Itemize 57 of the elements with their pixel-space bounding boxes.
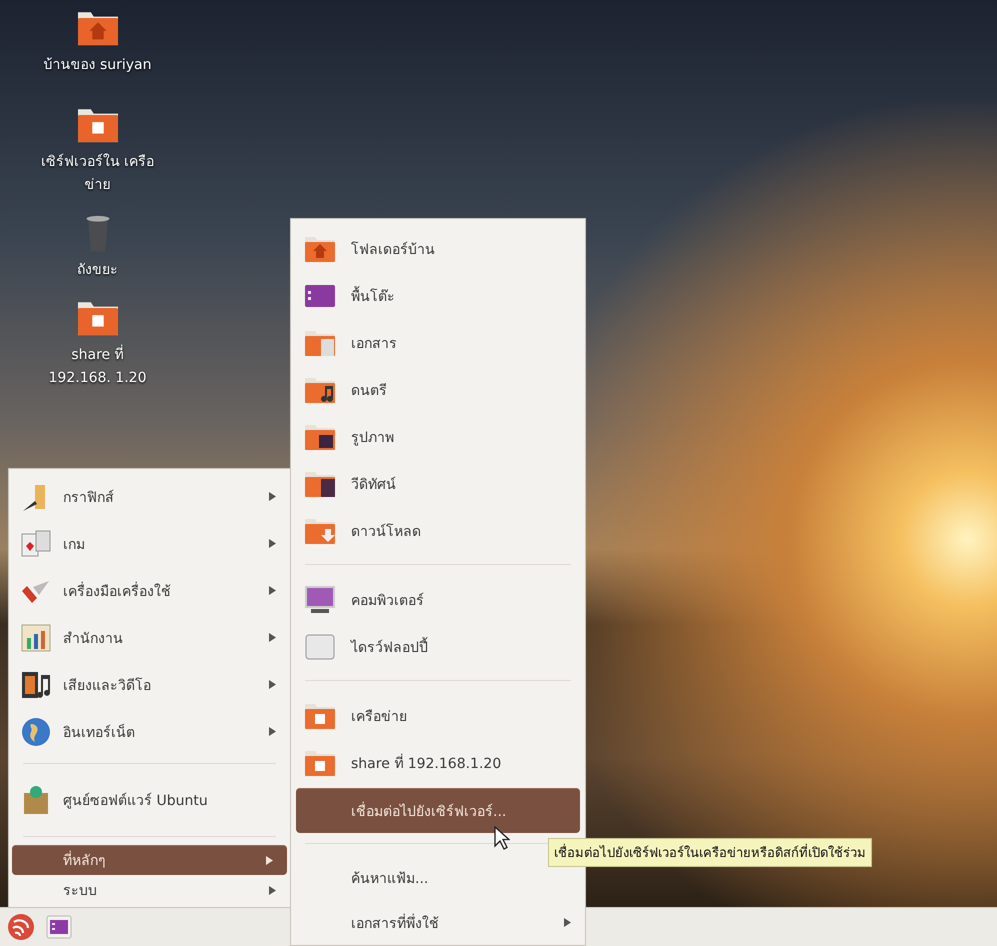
menu-item[interactable]: เสียงและวิดีโอ [9, 661, 290, 708]
menu-item[interactable]: เอกสารที่พึ่งใช้ [291, 900, 585, 945]
menu-item[interactable]: เครื่องมือเครื่องใช้ [9, 567, 290, 614]
menu-item[interactable]: ดาวน์โหลด [291, 507, 585, 554]
menu-item[interactable]: ศูนย์ซอฟต์แวร์ Ubuntu [9, 772, 290, 828]
menu-item-label: ดนตรี [351, 382, 388, 400]
menu-item[interactable]: share ที่ 192.168.1.20 [291, 739, 585, 786]
mouse-pointer-icon [494, 826, 510, 850]
menu-item[interactable]: ระบบ [9, 875, 290, 905]
menu-item-label: ไดรว์ฟลอปปี้ [351, 636, 571, 658]
menu-item-label: เกม [63, 536, 86, 554]
cards-icon [19, 528, 53, 560]
menu-item-label: ระบบ [63, 882, 98, 901]
menu-item[interactable]: ที่หลักๆ [12, 845, 287, 875]
menu-item-label: share ที่ 192.168.1.20 [351, 752, 502, 774]
desktop-icon-label: ถังขยะ [77, 261, 118, 280]
menu-item[interactable]: รูปภาพ [291, 413, 585, 460]
menu-item-label: เอกสารที่พึ่งใช้ [351, 912, 440, 934]
menu-item-label: เชื่อมต่อไปยังเซิร์ฟเวอร์... [351, 800, 508, 822]
menu-item[interactable]: สำนักงาน [9, 614, 290, 661]
menu-item-label: เสียงและวิดีโอ [63, 676, 152, 696]
menu-item[interactable]: เชื่อมต่อไปยังเซิร์ฟเวอร์... [296, 788, 580, 833]
computer-icon [303, 584, 337, 616]
menu-item[interactable]: ไดรว์ฟลอปปี้ [291, 623, 585, 670]
menu-item[interactable]: อินเทอร์เน็ต [9, 708, 290, 755]
menu-item-label: คอมพิวเตอร์ [351, 592, 425, 610]
tooltip: เชื่อมต่อไปยังเซิร์ฟเวอร์ในเครือข่ายหรือดิสก์ที่เปิดใช้ร่วม [548, 838, 872, 867]
menu-item-label: โฟลเดอร์บ้าน [351, 240, 436, 260]
menu-item-label: เอกสาร [351, 334, 398, 354]
menu-item[interactable]: โฟลเดอร์บ้าน [291, 225, 585, 272]
office-icon [19, 622, 53, 654]
menu-item[interactable]: วีดิทัศน์ [291, 460, 585, 507]
desktop-icon-label: บ้านของ suriyan [44, 56, 152, 75]
menu-item[interactable]: เกม [9, 520, 290, 567]
menu-item-label: ศูนย์ซอฟต์แวร์ Ubuntu [63, 792, 209, 811]
menu-item[interactable]: กราฟิกส์ [9, 473, 290, 520]
menu-item-label: สำนักงาน [63, 630, 124, 648]
menu-item-label: เครือข่าย [351, 708, 408, 726]
menu-item-label: วีดิทัศน์ [351, 476, 397, 494]
menu-item[interactable]: ดนตรี [291, 366, 585, 413]
menu-item-label: ที่หลักๆ [63, 849, 266, 871]
show-desktop-icon[interactable] [46, 915, 72, 939]
menu-item[interactable]: เครือข่าย [291, 692, 585, 739]
menu-item-label: พื้นโต๊ะ [351, 284, 571, 306]
menu-item[interactable]: พื้นโต๊ะ [291, 272, 585, 319]
menu-item-label: รูปภาพ [351, 428, 395, 448]
menu-item-label: ดาวน์โหลด [351, 522, 422, 542]
main-menu-icon[interactable] [6, 912, 36, 942]
menu-item[interactable]: เอกสาร [291, 319, 585, 366]
menu-item-label: อินเทอร์เน็ต [63, 722, 136, 742]
menu-item-label: ค้นหาแฟ้ม... [351, 870, 430, 888]
globe-icon [19, 716, 53, 748]
desktop-icon-label: เซิร์ฟเวอร์ใน เครือข่าย [40, 152, 156, 195]
menu-item-label: เครื่องมือเครื่องใช้ [63, 580, 172, 602]
desktop-icon-label: share ที่ 192.168. 1.20 [38, 344, 156, 390]
menu-item-label: กราฟิกส์ [63, 488, 115, 508]
menu-item[interactable]: คอมพิวเตอร์ [291, 576, 585, 623]
